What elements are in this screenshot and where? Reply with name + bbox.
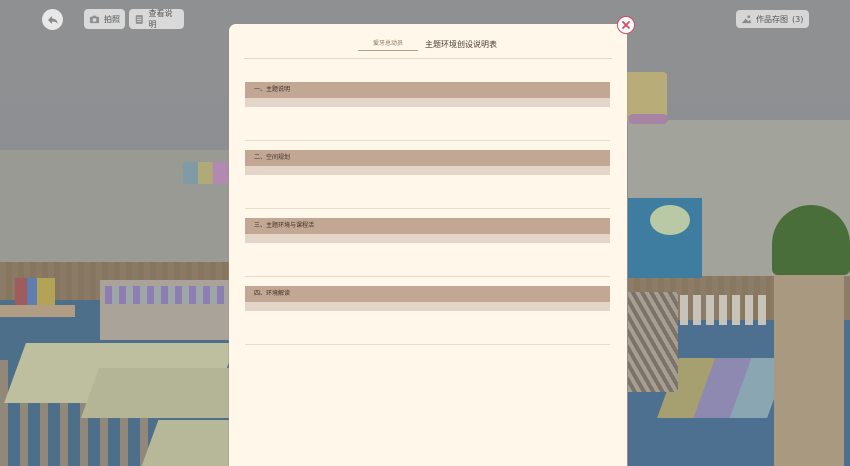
saved-works-button[interactable]: 作品存图 (3) bbox=[736, 10, 809, 28]
saved-works-count: (3) bbox=[792, 14, 804, 24]
instructions-label: 查看说明 bbox=[148, 9, 173, 29]
plant-decoration bbox=[772, 205, 850, 275]
section-divider bbox=[245, 140, 610, 141]
section-heading: 二、空间规划 bbox=[245, 150, 610, 166]
section-heading: 一、主题说明 bbox=[245, 82, 610, 98]
pastel-lamp bbox=[183, 162, 228, 184]
modal-header: 爱牙总动员 主题环境创设说明表 bbox=[229, 36, 627, 52]
section-subbar bbox=[245, 98, 610, 107]
back-arrow-icon bbox=[47, 15, 58, 24]
toy-blocks bbox=[15, 278, 55, 305]
section-space-planning: 二、空间规划 bbox=[245, 150, 610, 175]
book-rack bbox=[628, 292, 678, 392]
photo-label: 拍照 bbox=[104, 14, 120, 24]
camera-icon bbox=[89, 15, 100, 23]
view-instructions-button[interactable]: 查看说明 bbox=[129, 9, 184, 29]
desk bbox=[80, 368, 250, 418]
section-divider bbox=[245, 276, 610, 277]
section-subbar bbox=[245, 166, 610, 175]
section-environment-curriculum: 三、主题环境与课程活 bbox=[245, 218, 610, 243]
section-theme-description: 一、主题说明 bbox=[245, 82, 610, 107]
ceiling-lamp-base bbox=[628, 114, 668, 124]
photo-garland bbox=[680, 295, 770, 325]
poster-graphic bbox=[650, 205, 690, 235]
section-divider bbox=[245, 208, 610, 209]
section-heading: 四、环境解读 bbox=[245, 286, 610, 302]
modal-title: 主题环境创设说明表 bbox=[425, 40, 497, 49]
theme-description-modal: 爱牙总动员 主题环境创设说明表 一、主题说明 二、空间规划 三、主题环境与课程活… bbox=[229, 24, 627, 466]
section-environment-interpretation: 四、环境解读 bbox=[245, 286, 610, 311]
header-divider bbox=[244, 58, 612, 59]
close-icon bbox=[622, 21, 630, 29]
shelf-items bbox=[105, 286, 225, 304]
photo-button[interactable]: 拍照 bbox=[84, 9, 125, 29]
close-button[interactable] bbox=[617, 16, 635, 34]
section-subbar bbox=[245, 302, 610, 311]
author-name: 爱牙总动员 bbox=[358, 38, 418, 51]
back-button[interactable] bbox=[42, 9, 63, 30]
section-subbar bbox=[245, 234, 610, 243]
side-table bbox=[0, 305, 75, 317]
section-divider bbox=[245, 344, 610, 345]
gallery-icon bbox=[741, 14, 752, 23]
pillar bbox=[774, 262, 844, 466]
section-heading: 三、主题环境与课程活 bbox=[245, 218, 610, 234]
saved-works-label: 作品存图 bbox=[756, 14, 788, 24]
document-icon bbox=[135, 14, 143, 24]
